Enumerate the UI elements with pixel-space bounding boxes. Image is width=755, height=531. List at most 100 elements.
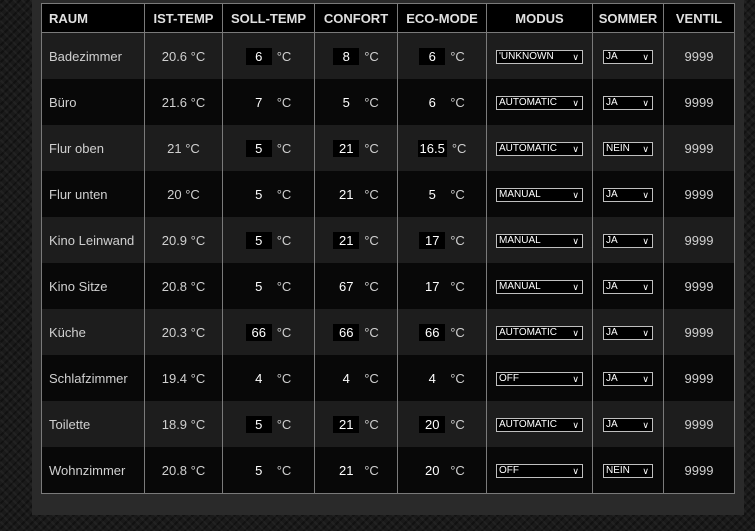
confort-input[interactable]: 21 xyxy=(333,415,360,433)
soll-temp-input[interactable]: 5 xyxy=(246,186,272,203)
confort-input[interactable]: 21 xyxy=(333,186,359,203)
chevron-down-icon: ∨ xyxy=(572,97,579,108)
eco-mode-input[interactable]: 4 xyxy=(419,370,445,387)
eco-mode-input[interactable]: 17 xyxy=(419,231,446,249)
modus-value: OFF xyxy=(499,464,519,476)
soll-temp-cell: 5 °C xyxy=(222,217,315,263)
eco-mode-input[interactable]: 6 xyxy=(419,47,446,65)
room-name: Flur oben xyxy=(41,125,145,171)
unit-label: °C xyxy=(364,462,379,478)
confort-cell: 21 °C xyxy=(314,125,398,171)
soll-temp-input[interactable]: 7 xyxy=(246,94,272,111)
soll-temp-cell: 5 °C xyxy=(222,263,315,309)
table-row: Badezimmer 20.6 °C 6 °C 8 °C 6 °C 'UNKNOWN ∨ JA ∨ 99… xyxy=(41,32,735,79)
sommer-select[interactable]: JA ∨ xyxy=(603,371,653,386)
header-ist-temp: IST-TEMP xyxy=(144,3,223,33)
sommer-select[interactable]: NEIN ∨ xyxy=(603,463,653,478)
chevron-down-icon: ∨ xyxy=(642,465,649,476)
confort-input[interactable]: 21 xyxy=(333,231,360,249)
confort-input[interactable]: 8 xyxy=(333,47,360,65)
eco-mode-input[interactable]: 17 xyxy=(419,278,445,295)
ist-temp-value: 21 °C xyxy=(144,125,223,171)
confort-input[interactable]: 5 xyxy=(333,94,359,111)
sommer-value: JA xyxy=(606,326,618,338)
soll-temp-cell: 5 °C xyxy=(222,401,315,447)
heating-panel: RAUM IST-TEMP SOLL-TEMP CONFORT ECO-MODE… xyxy=(32,0,744,515)
confort-cell: 8 °C xyxy=(314,32,398,79)
unit-label: °C xyxy=(450,232,465,248)
modus-select[interactable]: AUTOMATIC ∨ xyxy=(496,95,583,110)
ventil-value: 9999 xyxy=(663,447,735,494)
unit-label: °C xyxy=(364,94,379,110)
sommer-select[interactable]: JA ∨ xyxy=(603,417,653,432)
eco-mode-cell: 5 °C xyxy=(397,171,487,217)
modus-cell: AUTOMATIC ∨ xyxy=(486,79,593,125)
ventil-value: 9999 xyxy=(663,79,735,125)
soll-temp-input[interactable]: 5 xyxy=(246,278,272,295)
modus-value: MANUAL xyxy=(499,188,541,200)
modus-select[interactable]: MANUAL ∨ xyxy=(496,279,583,294)
modus-cell: AUTOMATIC ∨ xyxy=(486,125,593,171)
sommer-cell: JA ∨ xyxy=(592,401,664,447)
soll-temp-input[interactable]: 4 xyxy=(246,370,272,387)
ventil-value: 9999 xyxy=(663,32,735,79)
eco-mode-input[interactable]: 16.5 xyxy=(417,139,447,157)
sommer-select[interactable]: NEIN ∨ xyxy=(603,141,653,156)
eco-mode-cell: 6 °C xyxy=(397,32,487,79)
soll-temp-input[interactable]: 5 xyxy=(245,231,272,249)
confort-input[interactable]: 67 xyxy=(333,278,359,295)
eco-mode-cell: 66 °C xyxy=(397,309,487,355)
chevron-down-icon: ∨ xyxy=(642,143,649,154)
table-row: Flur oben 21 °C 5 °C 21 °C 16.5 °C AUTOMATIC ∨ NEI… xyxy=(41,125,735,171)
modus-select[interactable]: AUTOMATIC ∨ xyxy=(496,325,583,340)
unit-label: °C xyxy=(364,278,379,294)
unit-label: °C xyxy=(364,370,379,386)
eco-mode-input[interactable]: 66 xyxy=(419,323,446,341)
ventil-value: 9999 xyxy=(663,263,735,309)
modus-cell: MANUAL ∨ xyxy=(486,217,593,263)
modus-select[interactable]: OFF ∨ xyxy=(496,463,583,478)
modus-select[interactable]: OFF ∨ xyxy=(496,371,583,386)
modus-select[interactable]: MANUAL ∨ xyxy=(496,233,583,248)
eco-mode-input[interactable]: 5 xyxy=(419,186,445,203)
soll-temp-input[interactable]: 66 xyxy=(245,323,272,341)
sommer-select[interactable]: JA ∨ xyxy=(603,49,653,64)
unit-label: °C xyxy=(364,48,379,64)
chevron-down-icon: ∨ xyxy=(572,327,579,338)
soll-temp-input[interactable]: 6 xyxy=(245,47,272,65)
table-row: Büro 21.6 °C 7 °C 5 °C 6 °C AUTOMATIC ∨ JA ∨ 9999 xyxy=(41,79,735,125)
chevron-down-icon: ∨ xyxy=(642,235,649,246)
eco-mode-cell: 16.5 °C xyxy=(397,125,487,171)
confort-input[interactable]: 21 xyxy=(333,462,359,479)
soll-temp-cell: 66 °C xyxy=(222,309,315,355)
eco-mode-input[interactable]: 20 xyxy=(419,462,445,479)
ist-temp-value: 20.6 °C xyxy=(144,32,223,79)
ventil-value: 9999 xyxy=(663,401,735,447)
unit-label: °C xyxy=(364,416,379,432)
confort-input[interactable]: 4 xyxy=(333,370,359,387)
modus-select[interactable]: MANUAL ∨ xyxy=(496,187,583,202)
soll-temp-input[interactable]: 5 xyxy=(245,415,272,433)
sommer-value: NEIN xyxy=(606,142,630,154)
soll-temp-input[interactable]: 5 xyxy=(245,139,272,157)
modus-cell: OFF ∨ xyxy=(486,447,593,494)
eco-mode-input[interactable]: 6 xyxy=(419,94,445,111)
modus-select[interactable]: AUTOMATIC ∨ xyxy=(496,417,583,432)
unit-label: °C xyxy=(364,324,379,340)
unit-label: °C xyxy=(276,462,292,478)
chevron-down-icon: ∨ xyxy=(572,143,579,154)
soll-temp-input[interactable]: 5 xyxy=(246,462,272,479)
confort-input[interactable]: 66 xyxy=(333,323,360,341)
sommer-select[interactable]: JA ∨ xyxy=(603,233,653,248)
modus-select[interactable]: AUTOMATIC ∨ xyxy=(496,141,583,156)
confort-input[interactable]: 21 xyxy=(333,139,360,157)
sommer-select[interactable]: JA ∨ xyxy=(603,187,653,202)
sommer-select[interactable]: JA ∨ xyxy=(603,279,653,294)
modus-select[interactable]: 'UNKNOWN ∨ xyxy=(496,49,583,64)
sommer-select[interactable]: JA ∨ xyxy=(603,95,653,110)
eco-mode-cell: 4 °C xyxy=(397,355,487,401)
eco-mode-input[interactable]: 20 xyxy=(419,415,446,433)
unit-label: °C xyxy=(276,324,292,340)
ventil-value: 9999 xyxy=(663,355,735,401)
sommer-select[interactable]: JA ∨ xyxy=(603,325,653,340)
